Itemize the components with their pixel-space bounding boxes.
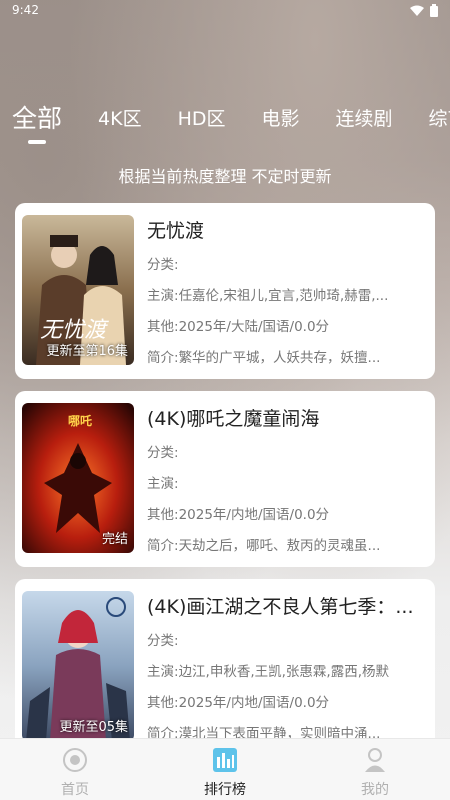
category-row: 分类: bbox=[147, 630, 427, 652]
category-row: 分类: bbox=[147, 442, 427, 464]
tab-4k[interactable]: 4K区 bbox=[98, 100, 142, 138]
other-row: 其他:2025年/大陆/国语/0.0分 bbox=[147, 316, 427, 338]
intro-row: 简介:天劫之后，哪吒、敖丙的灵魂虽... bbox=[147, 535, 427, 557]
poster-image[interactable]: 无忧渡 更新至第16集 bbox=[22, 215, 134, 365]
tab-hd[interactable]: HD区 bbox=[178, 100, 226, 138]
poster-image[interactable]: 哪吒 完结 bbox=[22, 403, 134, 553]
other-label: 其他: bbox=[147, 319, 179, 335]
tab-series[interactable]: 连续剧 bbox=[336, 100, 393, 138]
intro-value: 天劫之后，哪吒、敖丙的灵魂虽... bbox=[178, 538, 381, 554]
ranking-subtitle: 根据当前热度整理 不定时更新 bbox=[118, 167, 332, 186]
status-time: 9:42 bbox=[12, 3, 39, 17]
cast-value: 任嘉伦,宋祖儿,宜言,范帅琦,赫雷,... bbox=[178, 288, 389, 304]
other-value: 2025年/内地/国语/0.0分 bbox=[178, 507, 330, 523]
category-row: 分类: bbox=[147, 254, 427, 276]
cast-row: 主演: bbox=[147, 473, 427, 495]
episode-status: 完结 bbox=[101, 532, 128, 547]
list-item[interactable]: 更新至05集 (4K)画江湖之不良人第七季：... 分类: 主演:边江,申秋香,… bbox=[15, 579, 435, 755]
battery-icon bbox=[430, 4, 438, 17]
other-row: 其他:2025年/内地/国语/0.0分 bbox=[147, 692, 427, 714]
home-icon bbox=[63, 748, 87, 772]
ranking-list: 无忧渡 更新至第16集 无忧渡 分类: 主演:任嘉伦,宋祖儿,宜言,范帅琦,赫雷… bbox=[15, 203, 435, 767]
nav-ranking-label: 排行榜 bbox=[204, 782, 246, 798]
wifi-icon bbox=[410, 5, 424, 16]
tab-all[interactable]: 全部 bbox=[12, 100, 62, 144]
item-title: (4K)画江湖之不良人第七季：... bbox=[147, 596, 414, 618]
other-value: 2025年/大陆/国语/0.0分 bbox=[178, 319, 330, 335]
nav-home[interactable]: 首页 bbox=[0, 739, 150, 800]
bottom-nav: 首页 排行榜 我的 bbox=[0, 738, 450, 800]
intro-value: 繁华的广平城，人妖共存，妖擅... bbox=[178, 350, 381, 366]
tab-movie[interactable]: 电影 bbox=[262, 100, 300, 138]
cast-label: 主演: bbox=[147, 664, 179, 680]
category-label: 分类: bbox=[147, 633, 179, 649]
intro-label: 简介: bbox=[147, 350, 179, 366]
other-row: 其他:2025年/内地/国语/0.0分 bbox=[147, 504, 427, 526]
cast-label: 主演: bbox=[147, 288, 179, 304]
item-info: 无忧渡 分类: 主演:任嘉伦,宋祖儿,宜言,范帅琦,赫雷,... 其他:2025… bbox=[147, 217, 427, 369]
poster-image[interactable]: 更新至05集 bbox=[22, 591, 134, 741]
episode-status: 更新至05集 bbox=[59, 720, 128, 735]
ranking-icon bbox=[213, 748, 237, 772]
other-label: 其他: bbox=[147, 695, 179, 711]
list-item[interactable]: 无忧渡 更新至第16集 无忧渡 分类: 主演:任嘉伦,宋祖儿,宜言,范帅琦,赫雷… bbox=[15, 203, 435, 379]
item-info: (4K)哪吒之魔童闹海 分类: 主演: 其他:2025年/内地/国语/0.0分 … bbox=[147, 405, 427, 557]
status-bar: 9:42 bbox=[0, 0, 450, 22]
item-title: (4K)哪吒之魔童闹海 bbox=[147, 408, 320, 430]
category-label: 分类: bbox=[147, 257, 179, 273]
other-label: 其他: bbox=[147, 507, 179, 523]
cast-label: 主演: bbox=[147, 476, 179, 492]
status-icons bbox=[410, 4, 438, 17]
cast-value: 边江,申秋香,王凯,张惠霖,露西,杨默 bbox=[178, 664, 390, 680]
list-item[interactable]: 哪吒 完结 (4K)哪吒之魔童闹海 分类: 主演: 其他:2025年/内地/国语… bbox=[15, 391, 435, 567]
profile-icon bbox=[365, 748, 385, 772]
item-info: (4K)画江湖之不良人第七季：... 分类: 主演:边江,申秋香,王凯,张惠霖,… bbox=[147, 593, 427, 745]
category-tabs: 全部 4K区 HD区 电影 连续剧 综艺 bbox=[0, 100, 450, 146]
tab-variety[interactable]: 综艺 bbox=[429, 100, 450, 138]
nav-ranking[interactable]: 排行榜 bbox=[150, 739, 300, 800]
item-title: 无忧渡 bbox=[147, 220, 205, 242]
intro-label: 简介: bbox=[147, 538, 179, 554]
other-value: 2025年/内地/国语/0.0分 bbox=[178, 695, 330, 711]
nav-profile[interactable]: 我的 bbox=[300, 739, 450, 800]
cast-row: 主演:边江,申秋香,王凯,张惠霖,露西,杨默 bbox=[147, 661, 427, 683]
nav-home-label: 首页 bbox=[61, 782, 89, 798]
nav-profile-label: 我的 bbox=[361, 782, 389, 798]
category-label: 分类: bbox=[147, 445, 179, 461]
episode-status: 更新至第16集 bbox=[46, 344, 128, 359]
cast-row: 主演:任嘉伦,宋祖儿,宜言,范帅琦,赫雷,... bbox=[147, 285, 427, 307]
svg-text:哪吒: 哪吒 bbox=[68, 413, 92, 428]
intro-row: 简介:繁华的广平城，人妖共存，妖擅... bbox=[147, 347, 427, 369]
